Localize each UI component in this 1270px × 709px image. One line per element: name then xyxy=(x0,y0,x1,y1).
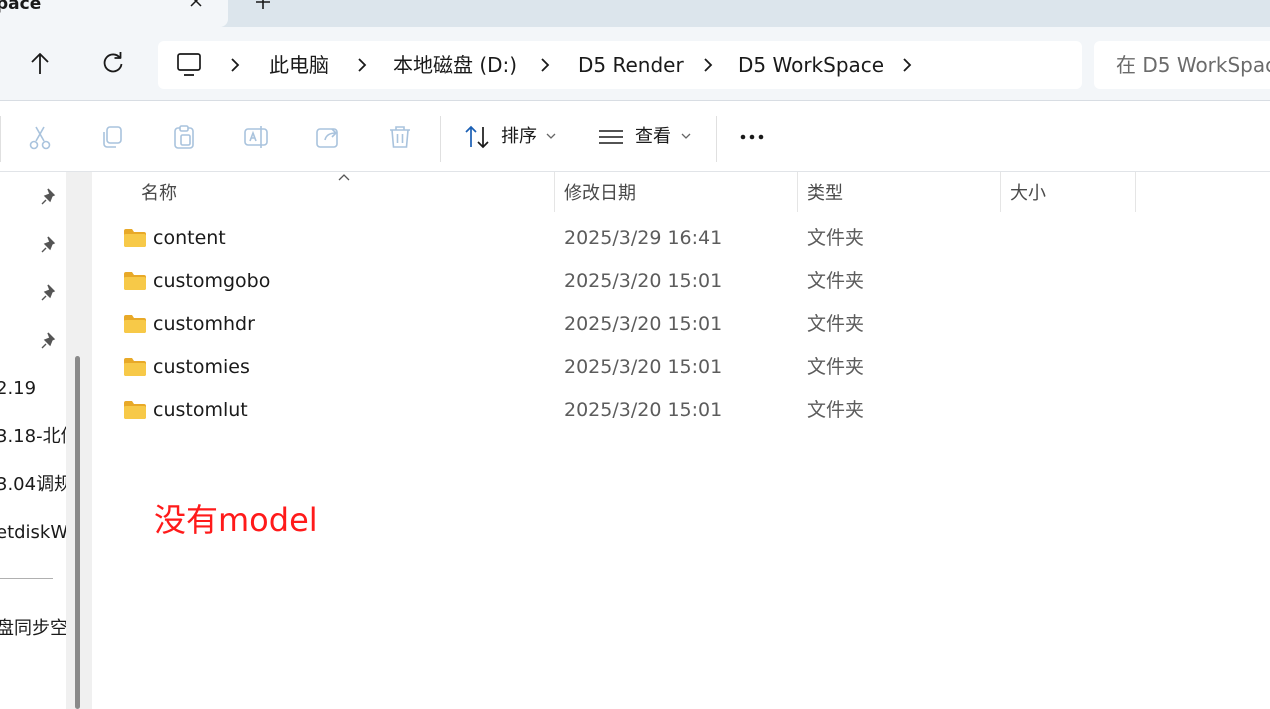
file-row[interactable]: customies 2025/3/20 15:01 文件夹 xyxy=(92,347,1270,390)
nav-item[interactable]: 3.18-北仙 xyxy=(0,425,66,449)
breadcrumb-local-disk[interactable]: 本地磁盘 (D:) xyxy=(393,52,517,78)
nav-item[interactable]: 3.04调规 xyxy=(0,473,66,497)
file-row[interactable]: customhdr 2025/3/20 15:01 文件夹 xyxy=(92,304,1270,347)
file-modified: 2025/3/20 15:01 xyxy=(564,356,723,378)
navigation-pane: 2.19 3.18-北仙 3.04调规 etdiskW 盘同步空间 xyxy=(0,172,66,709)
file-type: 文件夹 xyxy=(807,399,865,421)
file-row[interactable]: customgobo 2025/3/20 15:01 文件夹 xyxy=(92,261,1270,304)
nav-item[interactable]: 2.19 xyxy=(0,377,36,401)
view-button[interactable]: 查看 xyxy=(635,125,671,149)
paste-icon[interactable] xyxy=(170,123,198,151)
cut-icon[interactable] xyxy=(26,123,54,151)
arrow-up-icon[interactable] xyxy=(26,50,54,78)
chevron-down-icon[interactable] xyxy=(546,132,556,140)
folder-icon xyxy=(124,358,146,376)
command-separator xyxy=(440,116,441,162)
file-modified: 2025/3/20 15:01 xyxy=(564,313,723,335)
file-type: 文件夹 xyxy=(807,227,865,249)
close-icon[interactable] xyxy=(184,0,208,15)
nav-divider xyxy=(0,578,53,579)
file-modified: 2025/3/29 16:41 xyxy=(564,227,723,249)
chevron-right-icon[interactable] xyxy=(701,57,715,73)
chevron-right-icon[interactable] xyxy=(538,57,552,73)
command-bar: 排序 查看 xyxy=(0,102,1270,172)
file-modified: 2025/3/20 15:01 xyxy=(564,399,723,421)
column-divider[interactable] xyxy=(797,172,798,212)
pin-icon[interactable] xyxy=(41,235,59,253)
folder-icon xyxy=(124,272,146,290)
file-type: 文件夹 xyxy=(807,313,865,335)
breadcrumb-this-pc[interactable]: 此电脑 xyxy=(269,52,329,78)
breadcrumb-d5-render[interactable]: D5 Render xyxy=(578,52,684,78)
column-divider[interactable] xyxy=(554,172,555,212)
computer-icon[interactable] xyxy=(176,52,202,78)
file-name[interactable]: content xyxy=(153,226,226,250)
annotation-text: 没有model xyxy=(154,501,318,539)
folder-icon xyxy=(124,315,146,333)
file-name[interactable]: customlut xyxy=(153,398,248,422)
share-icon[interactable] xyxy=(314,123,342,151)
rename-icon[interactable] xyxy=(242,123,270,151)
search-placeholder[interactable]: 在 D5 WorkSpace xyxy=(1116,52,1270,78)
nav-scrollbar-thumb[interactable] xyxy=(75,356,80,709)
column-divider[interactable] xyxy=(1135,172,1136,212)
file-modified: 2025/3/20 15:01 xyxy=(564,270,723,292)
column-divider[interactable] xyxy=(1000,172,1001,212)
navigation-bar: 此电脑 本地磁盘 (D:) D5 Render D5 WorkSpace 在 D… xyxy=(0,27,1270,101)
more-icon[interactable] xyxy=(738,123,766,151)
folder-icon xyxy=(124,229,146,247)
column-header-size[interactable]: 大小 xyxy=(1010,182,1046,206)
chevron-down-icon[interactable] xyxy=(681,132,691,140)
file-type: 文件夹 xyxy=(807,270,865,292)
sort-icon[interactable] xyxy=(463,123,491,151)
nav-item[interactable]: etdiskW xyxy=(0,521,66,545)
pin-icon[interactable] xyxy=(41,187,59,205)
column-header-name[interactable]: 名称 xyxy=(141,182,177,206)
sort-ascending-icon xyxy=(338,174,350,181)
copy-icon[interactable] xyxy=(98,123,126,151)
view-icon[interactable] xyxy=(597,123,625,151)
file-row[interactable]: content 2025/3/29 16:41 文件夹 xyxy=(92,218,1270,261)
file-name[interactable]: customhdr xyxy=(153,312,255,336)
file-list: 名称 修改日期 类型 大小 content 2025/3/29 16:41 文件夹 c… xyxy=(92,172,1270,709)
breadcrumb-d5-workspace[interactable]: D5 WorkSpace xyxy=(738,52,884,78)
file-type: 文件夹 xyxy=(807,356,865,378)
address-bar[interactable]: 此电脑 本地磁盘 (D:) D5 Render D5 WorkSpace xyxy=(158,41,1082,89)
file-name[interactable]: customies xyxy=(153,355,250,379)
search-box[interactable]: 在 D5 WorkSpace xyxy=(1094,41,1270,89)
tab-active[interactable]: pace xyxy=(0,0,228,27)
tab-title: pace xyxy=(0,0,42,14)
refresh-icon[interactable] xyxy=(99,50,127,78)
tab-strip: pace xyxy=(0,0,1270,27)
plus-icon[interactable] xyxy=(250,0,276,17)
pin-icon[interactable] xyxy=(41,331,59,349)
nav-item[interactable]: 盘同步空间 xyxy=(0,617,66,641)
chevron-right-icon[interactable] xyxy=(355,57,369,73)
folder-icon xyxy=(124,401,146,419)
column-header-type[interactable]: 类型 xyxy=(807,182,843,206)
file-row[interactable]: customlut 2025/3/20 15:01 文件夹 xyxy=(92,390,1270,433)
command-separator xyxy=(0,116,1,162)
file-name[interactable]: customgobo xyxy=(153,269,270,293)
chevron-right-icon[interactable] xyxy=(228,57,242,73)
command-separator xyxy=(716,116,717,162)
chevron-right-icon[interactable] xyxy=(900,57,914,73)
pin-icon[interactable] xyxy=(41,283,59,301)
column-header-modified[interactable]: 修改日期 xyxy=(564,182,636,206)
delete-icon[interactable] xyxy=(386,123,414,151)
sort-button[interactable]: 排序 xyxy=(501,125,537,149)
